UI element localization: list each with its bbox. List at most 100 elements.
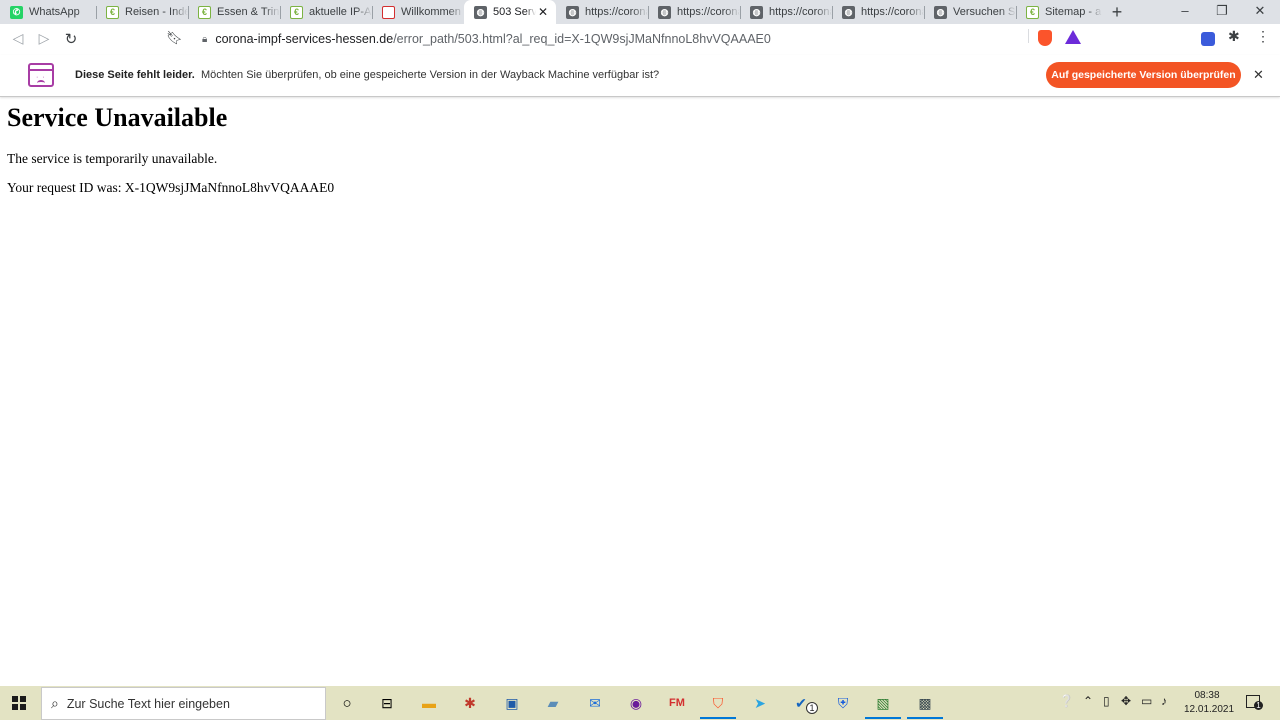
tab-title: WhatsApp — [29, 6, 80, 18]
tab-corona-2[interactable]: ◍ https://corona — [648, 0, 740, 24]
tab-title: 503 Servi — [493, 6, 536, 18]
tab-title: https://corona — [861, 6, 924, 18]
puzzle-extensions-icon[interactable]: ✱ — [1228, 28, 1240, 45]
sad-page-icon: ·· — [28, 63, 54, 87]
tab-title: Sitemap - alp — [1045, 6, 1102, 18]
dropbox-icon[interactable]: ✥ — [1121, 694, 1131, 708]
back-icon[interactable]: ◁ — [9, 30, 27, 47]
url-host: corona-impf-services-hessen.de — [215, 32, 394, 46]
reload-icon[interactable]: ↻ — [62, 30, 80, 48]
notification-center-icon[interactable]: 1 — [1246, 695, 1263, 710]
close-window-icon[interactable]: ✕ — [1251, 3, 1269, 19]
tab-reisen[interactable]: € Reisen - Inde — [96, 0, 188, 24]
chevron-up-icon[interactable]: ⌃ — [1083, 694, 1093, 708]
error-message: The service is temporarily unavailable. — [7, 151, 218, 166]
fm-app-icon[interactable]: FM — [667, 693, 687, 713]
system-clock[interactable]: 08:38 12.01.2021 — [1184, 689, 1235, 717]
globe-icon: ◍ — [842, 5, 855, 19]
close-tab-icon[interactable]: ✕ — [536, 5, 550, 19]
e-site-icon: € — [290, 5, 303, 19]
file-explorer-icon[interactable]: ▬ — [419, 693, 439, 713]
restore-icon[interactable]: ❐ — [1213, 3, 1231, 19]
search-placeholder: Zur Suche Text hier eingeben — [66, 696, 230, 711]
new-tab-button[interactable]: + — [1108, 2, 1126, 23]
page-title: Service Unavailable — [7, 103, 228, 132]
tab-corona-4[interactable]: ◍ https://corona — [832, 0, 924, 24]
bitwarden-icon[interactable]: ⛨ — [833, 693, 853, 713]
lock-icon: 🔒︎ — [202, 33, 208, 45]
menu-icon[interactable]: ⋮ — [1256, 28, 1270, 45]
whatsapp-icon: ✆ — [10, 5, 23, 19]
infobar-text: Möchten Sie überprüfen, ob eine gespeich… — [200, 69, 660, 81]
save-app-icon[interactable]: ▣ — [502, 693, 522, 713]
globe-icon: ◍ — [566, 5, 579, 19]
notes-app-icon[interactable]: ▰ — [543, 693, 563, 713]
cortana-icon[interactable]: ○ — [337, 693, 357, 713]
globe-icon: ◍ — [658, 5, 671, 19]
tab-ip[interactable]: € aktuelle IP-Ad — [280, 0, 372, 24]
brave-icon[interactable]: ⛉ — [708, 693, 728, 713]
tab-essen[interactable]: € Essen & Trink — [188, 0, 280, 24]
tab-strip: ✆ WhatsApp € Reisen - Inde € Essen & Tri… — [0, 0, 1280, 24]
tab-title: https://corona — [585, 6, 648, 18]
page-content: Service Unavailable The service is tempo… — [7, 100, 334, 195]
tor-icon[interactable]: ◉ — [626, 693, 646, 713]
clock-time: 08:38 — [1194, 690, 1220, 701]
active-app-indicator — [907, 717, 943, 719]
taskbar-search-input[interactable]: ⌕ Zur Suche Text hier eingeben — [41, 687, 326, 720]
search-icon: ⌕ — [51, 695, 59, 711]
url-text: corona-impf-services-hessen.de/error_pat… — [215, 32, 771, 46]
tab-corona-1[interactable]: ◍ https://corona — [556, 0, 648, 24]
tab-whatsapp[interactable]: ✆ WhatsApp — [0, 0, 92, 24]
badge-count: 1 — [806, 702, 818, 714]
task-view-icon[interactable]: ⊟ — [377, 693, 397, 713]
active-app-indicator — [865, 717, 901, 719]
grid-icon — [382, 5, 395, 19]
tab-title: Willkommen — [401, 6, 461, 18]
minimize-icon[interactable]: – — [1176, 3, 1194, 18]
tab-sitemap[interactable]: € Sitemap - alp — [1016, 0, 1102, 24]
windows-start-icon[interactable] — [12, 696, 26, 710]
battery-icon[interactable]: ▯ — [1103, 694, 1110, 708]
globe-icon: ◍ — [934, 5, 947, 19]
help-icon[interactable]: ❔ — [1059, 694, 1074, 708]
brave-shields-icon[interactable] — [1038, 30, 1052, 46]
image-app-icon[interactable]: ▧ — [873, 693, 893, 713]
extension-icon[interactable] — [1201, 32, 1215, 46]
clock-date: 12.01.2021 — [1184, 704, 1235, 715]
volume-icon[interactable]: ♪ — [1161, 694, 1167, 708]
close-infobar-icon[interactable]: ✕ — [1253, 67, 1264, 83]
tab-title: https://corona — [769, 6, 832, 18]
address-bar[interactable]: 🔒︎ corona-impf-services-hessen.de/error_… — [192, 27, 1086, 51]
tab-corona-3[interactable]: ◍ https://corona — [740, 0, 832, 24]
e-site-icon: € — [106, 5, 119, 19]
app-icon[interactable]: ✱ — [460, 693, 480, 713]
browser-toolbar: ◁ ▷ ↻ 🔖︎ 🔒︎ corona-impf-services-hessen.… — [0, 24, 1280, 56]
tab-willkommen[interactable]: Willkommen — [372, 0, 464, 24]
network-icon[interactable]: ▭ — [1141, 694, 1152, 708]
tab-503-active[interactable]: ◍ 503 Servi ✕ — [464, 0, 556, 24]
infobar-bold: Diese Seite fehlt leider. — [75, 69, 195, 81]
globe-icon: ◍ — [474, 5, 487, 19]
tab-title: aktuelle IP-Ad — [309, 6, 372, 18]
globe-icon: ◍ — [750, 5, 763, 19]
tab-title: https://corona — [677, 6, 740, 18]
taskbar: ⌕ Zur Suche Text hier eingeben ○ ⊟ ▬ ✱ ▣… — [0, 686, 1280, 720]
forward-icon[interactable]: ▷ — [35, 30, 53, 47]
tab-versuchen[interactable]: ◍ Versuchen Sie — [924, 0, 1016, 24]
snipping-tool-icon[interactable]: ▩ — [915, 693, 935, 713]
active-app-indicator — [700, 717, 736, 719]
infobar-message: Diese Seite fehlt leider. Möchten Sie üb… — [75, 69, 659, 81]
tab-title: Versuchen Sie — [953, 6, 1016, 18]
mail-icon[interactable]: ✉ — [585, 693, 605, 713]
bookmark-icon[interactable]: 🔖︎ — [166, 30, 183, 46]
url-path: /error_path/503.html?al_req_id=X-1QW9sjJ… — [393, 32, 771, 46]
telegram-icon[interactable]: ➤ — [750, 693, 770, 713]
notification-count: 1 — [1254, 701, 1263, 710]
divider — [1028, 29, 1029, 43]
request-id: Your request ID was: X-1QW9sjJMaNfnnoL8h… — [7, 180, 335, 195]
brave-rewards-icon[interactable] — [1065, 30, 1081, 44]
e-site-icon: € — [198, 5, 211, 19]
e-site-icon: € — [1026, 5, 1039, 19]
check-saved-version-button[interactable]: Auf gespeicherte Version überprüfen — [1046, 62, 1241, 88]
